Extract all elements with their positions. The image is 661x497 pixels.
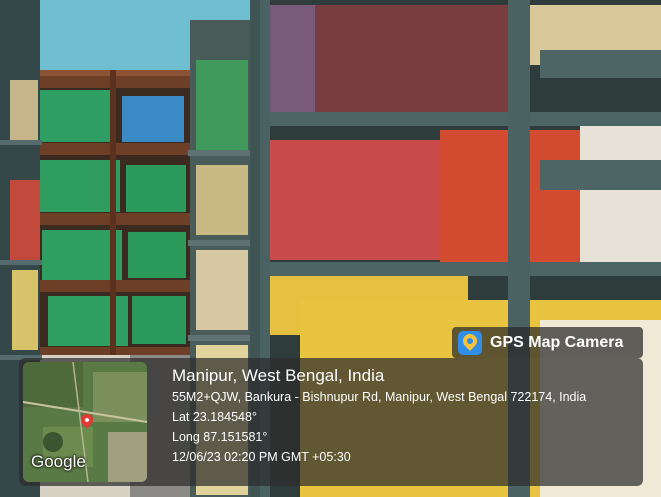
- gps-camera-badge: GPS Map Camera: [452, 327, 643, 358]
- location-info-panel: Google Manipur, West Bengal, India 55M2+…: [19, 358, 643, 486]
- badge-label: GPS Map Camera: [490, 333, 624, 351]
- longitude-text: Long 87.151581°: [172, 430, 268, 444]
- google-logo: Google: [31, 452, 86, 471]
- latitude-text: Lat 23.184548°: [172, 410, 257, 424]
- back-shelf: [28, 70, 193, 355]
- map-thumbnail: Google: [23, 362, 147, 482]
- address-text: 55M2+QJW, Bankura - Bishnupur Rd, Manipu…: [172, 390, 587, 404]
- map-pin-icon: [458, 330, 482, 355]
- datetime-text: 12/06/23 02:20 PM GMT +05:30: [172, 450, 351, 464]
- place-name: Manipur, West Bengal, India: [172, 366, 385, 385]
